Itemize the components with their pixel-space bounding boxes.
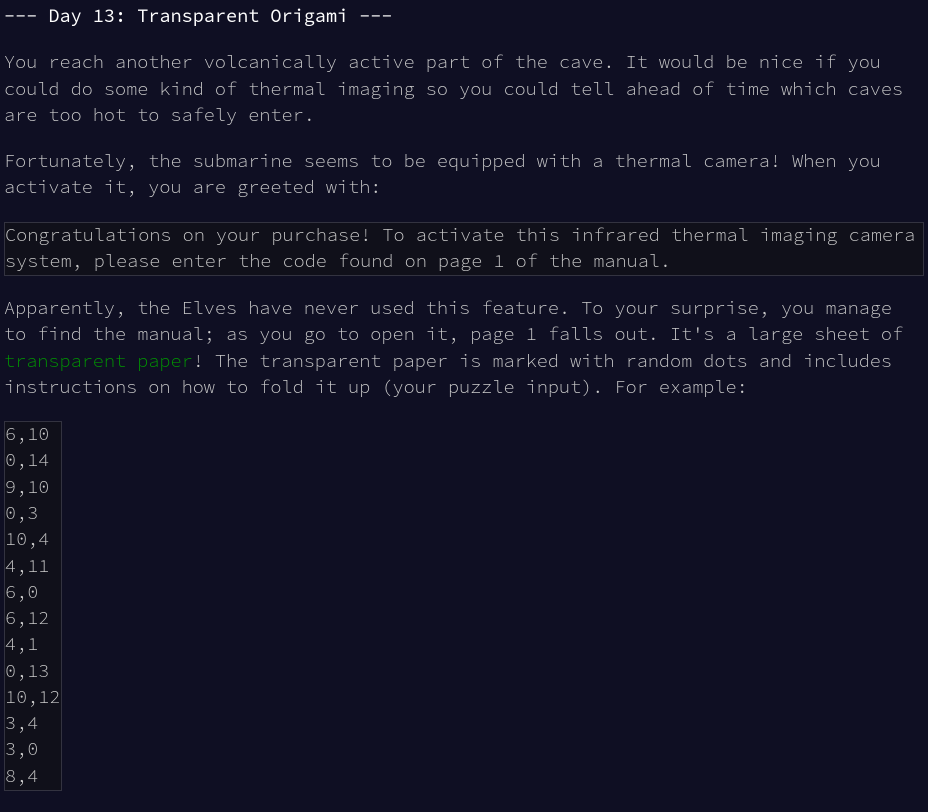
paragraph-intro-2: Fortunately, the submarine seems to be e… [4,149,924,202]
transparent-paper-link[interactable]: transparent paper [4,350,193,373]
paragraph-manual: Apparently, the Elves have never used th… [4,296,924,401]
activation-message-text: Congratulations on your purchase! To act… [5,223,923,276]
paragraph-intro-1: You reach another volcanically active pa… [4,50,924,129]
activation-message-box: Congratulations on your purchase! To act… [4,222,924,277]
puzzle-title: --- Day 13: Transparent Origami --- [4,4,924,30]
puzzle-article: --- Day 13: Transparent Origami --- You … [4,4,924,791]
paragraph-manual-part1: Apparently, the Elves have never used th… [4,297,903,346]
example-input-block: 6,10 0,14 9,10 0,3 10,4 4,11 6,0 6,12 4,… [4,421,62,791]
